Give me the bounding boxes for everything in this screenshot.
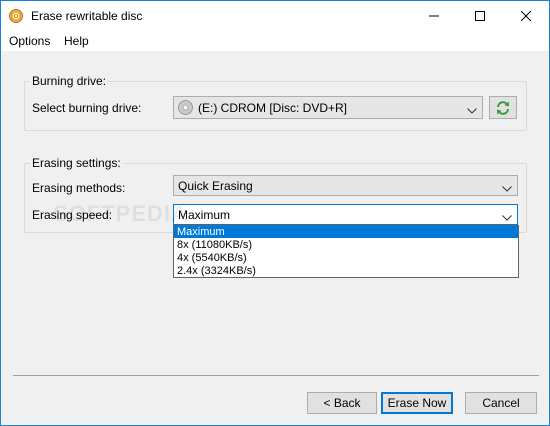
close-icon bbox=[521, 11, 531, 21]
erasing-method-select[interactable]: Quick Erasing bbox=[173, 175, 518, 196]
speed-option-8x[interactable]: 8x (11080KB/s) bbox=[174, 239, 518, 251]
disc-icon bbox=[9, 9, 23, 23]
refresh-icon bbox=[497, 100, 509, 115]
menu-bar: Options Help bbox=[1, 31, 549, 51]
cd-drive-icon bbox=[178, 100, 193, 118]
erasing-speed-select[interactable]: Maximum bbox=[173, 204, 518, 225]
erasing-settings-group-title: Erasing settings: bbox=[30, 156, 123, 170]
close-button[interactable] bbox=[503, 1, 549, 31]
chevron-down-icon bbox=[467, 103, 477, 117]
menu-options[interactable]: Options bbox=[9, 34, 50, 48]
erase-now-button[interactable]: Erase Now bbox=[381, 392, 453, 414]
erasing-methods-label: Erasing methods: bbox=[32, 181, 126, 195]
maximize-icon bbox=[475, 11, 485, 21]
erasing-speed-value: Maximum bbox=[178, 208, 231, 222]
speed-dropdown-list: Maximum 8x (11080KB/s) 4x (5540KB/s) 2.4… bbox=[173, 225, 519, 278]
cancel-button[interactable]: Cancel bbox=[465, 392, 537, 414]
burning-drive-group-title: Burning drive: bbox=[30, 74, 109, 88]
erasing-speed-label: Erasing speed: bbox=[32, 208, 113, 222]
title-bar[interactable]: Erase rewritable disc bbox=[1, 1, 549, 31]
drive-select[interactable]: (E:) CDROM [Disc: DVD+R] bbox=[173, 96, 483, 119]
back-button[interactable]: < Back bbox=[307, 392, 377, 414]
window-title: Erase rewritable disc bbox=[31, 9, 143, 23]
menu-help[interactable]: Help bbox=[64, 34, 89, 48]
minimize-icon bbox=[429, 15, 439, 17]
speed-option-4x[interactable]: 4x (5540KB/s) bbox=[174, 252, 518, 264]
footer-separator bbox=[13, 375, 539, 376]
minimize-button[interactable] bbox=[411, 1, 457, 31]
chevron-down-icon bbox=[502, 181, 512, 195]
erasing-method-value: Quick Erasing bbox=[178, 179, 253, 193]
speed-option-maximum[interactable]: Maximum bbox=[174, 226, 518, 238]
refresh-drives-button[interactable] bbox=[489, 96, 517, 119]
erase-disc-window: Erase rewritable disc Options Help Burni… bbox=[0, 0, 550, 426]
chevron-down-icon bbox=[502, 210, 512, 224]
maximize-button[interactable] bbox=[457, 1, 503, 31]
selected-drive-text: (E:) CDROM [Disc: DVD+R] bbox=[198, 101, 348, 115]
speed-option-2-4x[interactable]: 2.4x (3324KB/s) bbox=[174, 265, 518, 277]
select-drive-label: Select burning drive: bbox=[32, 101, 142, 115]
